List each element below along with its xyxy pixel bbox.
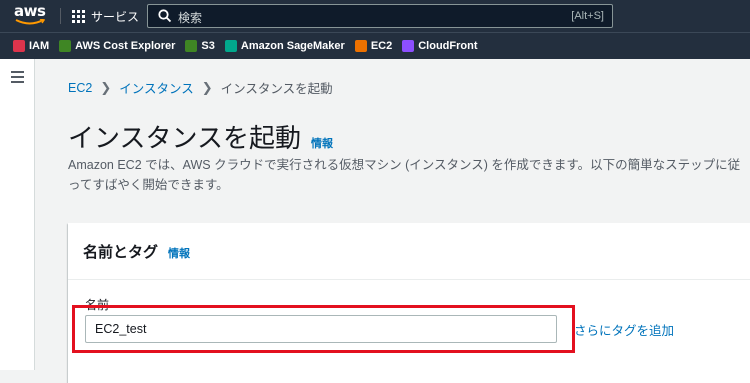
panel-title: 名前とタグ: [83, 244, 159, 261]
chevron-right-icon: ❯: [201, 79, 213, 95]
top-navigation-bar: aws サービス 検索 [Alt+S]: [0, 0, 750, 32]
name-and-tags-panel: 名前とタグ 情報 名前 さらにタグを追加: [68, 223, 750, 383]
search-shortcut: [Alt+S]: [571, 10, 604, 22]
breadcrumb-ec2-link[interactable]: EC2: [68, 81, 92, 95]
favorite-label: AWS Cost Explorer: [75, 40, 176, 52]
ec2-icon: [354, 40, 367, 52]
favorite-label: Amazon SageMaker: [240, 40, 345, 52]
favorite-ec2[interactable]: EC2: [354, 40, 393, 52]
search-placeholder: 検索: [178, 11, 203, 25]
sagemaker-icon: [224, 40, 237, 52]
search-icon: [158, 9, 172, 23]
name-input[interactable]: [85, 315, 557, 343]
favorite-sagemaker[interactable]: Amazon SageMaker: [224, 40, 345, 52]
services-label: サービス: [91, 9, 140, 24]
favorite-label: CloudFront: [418, 40, 478, 52]
cloudfront-icon: [402, 40, 415, 52]
iam-icon: [13, 40, 25, 52]
breadcrumb: EC2 ❯ インスタンス ❯ インスタンスを起動: [68, 78, 333, 97]
favorite-label: EC2: [370, 40, 393, 52]
name-field-label: 名前: [85, 298, 110, 312]
favorite-cloudfront[interactable]: CloudFront: [402, 40, 478, 52]
page-header: インスタンスを起動 情報: [68, 118, 333, 155]
breadcrumb-current: インスタンスを起動: [220, 82, 333, 96]
cost-explorer-icon: [59, 40, 72, 52]
grid-icon: [72, 9, 85, 23]
chevron-right-icon: ❯: [100, 79, 112, 95]
favorite-label: S3: [201, 40, 215, 52]
menu-icon[interactable]: [11, 71, 24, 86]
side-navigation-rail: [0, 59, 35, 370]
panel-header: 名前とタグ 情報: [68, 223, 750, 280]
breadcrumb-instances-link[interactable]: インスタンス: [119, 78, 194, 97]
aws-logo[interactable]: aws: [14, 3, 48, 29]
aws-logo-text: aws: [14, 2, 46, 20]
panel-info-link[interactable]: 情報: [168, 245, 190, 261]
services-menu-button[interactable]: サービス: [72, 6, 139, 26]
search-box[interactable]: 検索 [Alt+S]: [147, 4, 613, 28]
info-link[interactable]: 情報: [311, 135, 333, 151]
favorites-bar: IAM AWS Cost Explorer S3 Amazon SageMake…: [0, 32, 750, 59]
aws-smile-icon: [15, 19, 45, 25]
page-description: Amazon EC2 では、AWS クラウドで実行される仮想マシン (インスタン…: [68, 158, 741, 192]
favorite-iam[interactable]: IAM: [13, 40, 49, 52]
favorite-label: IAM: [29, 40, 50, 52]
page-title: インスタンスを起動: [68, 123, 301, 153]
nav-divider: [60, 8, 61, 24]
favorite-cost-explorer[interactable]: AWS Cost Explorer: [59, 40, 175, 52]
panel-title-row: 名前とタグ 情報: [83, 241, 190, 262]
favorite-s3[interactable]: S3: [185, 40, 215, 52]
s3-icon: [185, 40, 198, 52]
add-tags-link[interactable]: さらにタグを追加: [574, 320, 674, 339]
